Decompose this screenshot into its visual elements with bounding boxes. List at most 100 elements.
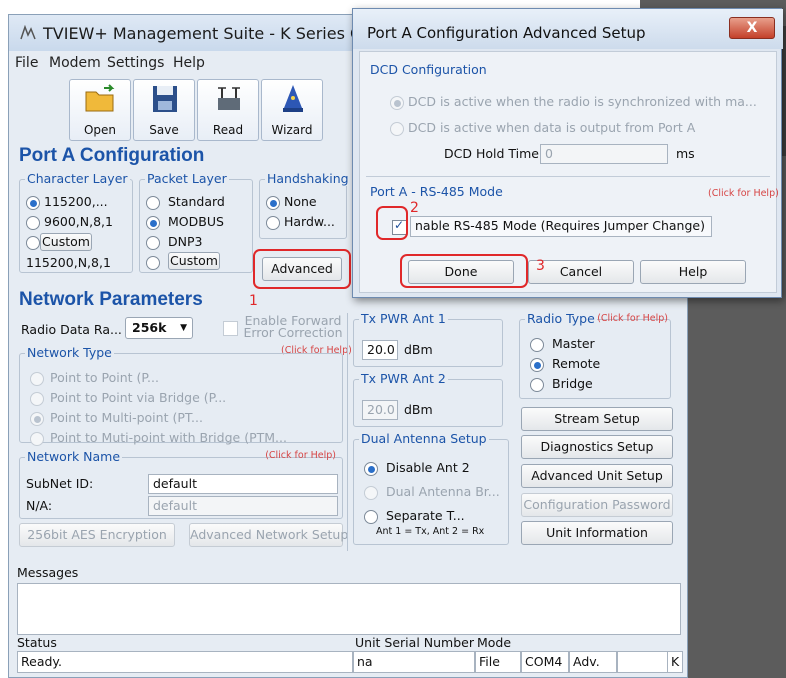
- menu-help[interactable]: Help: [173, 55, 205, 71]
- save-button[interactable]: Save: [133, 79, 195, 141]
- char-value: 115200,N,8,1: [26, 255, 111, 270]
- read-radio-icon: [218, 87, 240, 110]
- annotation-number-2: 2: [410, 200, 419, 216]
- char-radio-9600[interactable]: [26, 216, 40, 230]
- network-type-label: Network Type: [25, 345, 114, 360]
- handshake-radio-none[interactable]: [266, 196, 280, 210]
- handshake-radio-hardware[interactable]: [266, 216, 280, 230]
- char-custom-button[interactable]: Custom: [40, 233, 92, 251]
- k-indicator: K: [667, 651, 683, 673]
- net-option-p2mp-bridge: Point to Muti-point with Bridge (PTM...: [50, 430, 287, 445]
- radio-type-remote: Remote: [552, 356, 601, 371]
- menu-file[interactable]: File: [15, 55, 38, 71]
- na-input[interactable]: default: [148, 496, 338, 516]
- tx-pwr-ant1-input[interactable]: 20.0: [362, 340, 398, 360]
- handshaking-group: Handshaking None Hardw...: [259, 171, 351, 239]
- read-button[interactable]: Read: [197, 79, 259, 141]
- dcd-hold-time-label: DCD Hold Time: [444, 146, 539, 161]
- annotation-number-3: 3: [536, 258, 545, 274]
- network-name-label: Network Name: [25, 449, 123, 464]
- help-button[interactable]: Help: [640, 260, 746, 284]
- packet-radio-modbus[interactable]: [146, 216, 160, 230]
- net-radio-p2p-bridge[interactable]: [30, 392, 44, 406]
- serial-number-value: na: [353, 651, 475, 673]
- char-radio-115200[interactable]: [26, 196, 40, 210]
- configuration-password-button[interactable]: Configuration Password: [521, 493, 673, 517]
- tx-pwr-ant1-group: Tx PWR Ant 1 20.0 dBm: [353, 311, 503, 367]
- menu-settings[interactable]: Settings: [107, 55, 164, 71]
- dcd-radio-synchronized[interactable]: [390, 96, 404, 110]
- packet-layer-label: Packet Layer: [145, 171, 229, 186]
- radio-data-rate-select[interactable]: 256k ▼: [125, 317, 193, 339]
- status-label: Status: [17, 635, 57, 650]
- dual-radio-bridge[interactable]: [364, 486, 378, 500]
- wizard-button[interactable]: Wizard: [261, 79, 323, 141]
- annotation-box-done: [400, 254, 528, 288]
- handshaking-label: Handshaking: [265, 171, 351, 186]
- open-button[interactable]: Open: [69, 79, 131, 141]
- net-radio-p2p[interactable]: [30, 372, 44, 386]
- messages-label: Messages: [17, 565, 79, 580]
- tx-pwr-ant2-input[interactable]: 20.0: [362, 400, 398, 420]
- dual-antenna-note: Ant 1 = Tx, Ant 2 = Rx: [376, 526, 485, 537]
- advanced-unit-setup-button[interactable]: Advanced Unit Setup: [521, 464, 673, 488]
- advanced-network-setup-button[interactable]: Advanced Network Setup: [189, 523, 348, 547]
- dual-radio-separate[interactable]: [364, 510, 378, 524]
- open-label: Open: [83, 123, 117, 137]
- dialog-title: Port A Configuration Advanced Setup: [367, 24, 646, 42]
- net-radio-p2mp-bridge[interactable]: [30, 432, 44, 446]
- aes-encryption-button[interactable]: 256bit AES Encryption: [19, 523, 175, 547]
- radio-type-master: Master: [552, 336, 595, 351]
- packet-radio-custom[interactable]: [146, 256, 160, 270]
- adv-indicator: Adv.: [569, 651, 617, 673]
- char-option-115200: 115200,...: [44, 194, 108, 209]
- char-option-9600: 9600,N,8,1: [44, 214, 113, 229]
- radio-type-bridge-radio[interactable]: [530, 378, 544, 392]
- subnet-id-input[interactable]: default: [148, 474, 338, 494]
- dcd-radio-data-output[interactable]: [390, 122, 404, 136]
- tx-pwr-ant1-label: Tx PWR Ant 1: [359, 311, 448, 326]
- handshake-option-none: None: [284, 194, 317, 209]
- char-radio-custom[interactable]: [26, 236, 40, 250]
- packet-option-dnp3: DNP3: [168, 234, 203, 249]
- character-layer-group: Character Layer 115200,... 9600,N,8,1 Cu…: [19, 171, 133, 273]
- network-type-group: Network Type Point to Point (P... Point …: [19, 345, 343, 446]
- menu-modem[interactable]: Modem: [49, 55, 101, 71]
- radio-type-remote-radio[interactable]: [530, 358, 544, 372]
- dual-radio-disable[interactable]: [364, 462, 378, 476]
- wizard-label: Wizard: [271, 123, 313, 137]
- packet-radio-dnp3[interactable]: [146, 236, 160, 250]
- net-radio-p2mp[interactable]: [30, 412, 44, 426]
- mode-value: File: [475, 651, 521, 673]
- packet-option-standard: Standard: [168, 194, 225, 209]
- rs485-mode-label: Port A - RS-485 Mode: [370, 184, 503, 199]
- save-label: Save: [149, 123, 179, 137]
- radio-type-bridge: Bridge: [552, 376, 593, 391]
- wizard-icon: [283, 85, 303, 112]
- radio-type-help-link[interactable]: (Click for Help): [597, 313, 668, 324]
- packet-custom-button[interactable]: Custom: [168, 252, 220, 270]
- radio-type-master-radio[interactable]: [530, 338, 544, 352]
- rs485-help-link[interactable]: (Click for Help): [708, 188, 779, 199]
- network-parameters-title: Network Parameters: [19, 289, 203, 310]
- stream-setup-button[interactable]: Stream Setup: [521, 407, 673, 431]
- net-option-p2mp: Point to Multi-point (PT...: [50, 410, 203, 425]
- tx-pwr-ant1-unit: dBm: [404, 342, 433, 357]
- dual-antenna-group: Dual Antenna Setup Disable Ant 2 Dual An…: [353, 431, 509, 545]
- net-option-p2p: Point to Point (P...: [50, 370, 159, 385]
- panel-divider: [347, 313, 348, 551]
- dcd-hold-time-input[interactable]: 0: [540, 144, 668, 164]
- radio-data-rate-label: Radio Data Ra...: [21, 322, 122, 337]
- network-name-group: Network Name (Click for Help) SubNet ID:…: [19, 449, 343, 519]
- messages-box[interactable]: [17, 583, 681, 635]
- unit-information-button[interactable]: Unit Information: [521, 521, 673, 545]
- serial-number-label: Unit Serial Number: [355, 635, 474, 650]
- handshake-option-hardware: Hardw...: [284, 214, 335, 229]
- network-name-help-link[interactable]: (Click for Help): [265, 450, 336, 461]
- diagnostics-setup-button[interactable]: Diagnostics Setup: [521, 435, 673, 459]
- close-icon[interactable]: X: [729, 17, 775, 39]
- net-option-p2p-bridge: Point to Point via Bridge (P...: [50, 390, 227, 405]
- packet-radio-standard[interactable]: [146, 196, 160, 210]
- fec-checkbox[interactable]: [223, 321, 238, 336]
- tx-pwr-ant2-label: Tx PWR Ant 2: [359, 371, 448, 386]
